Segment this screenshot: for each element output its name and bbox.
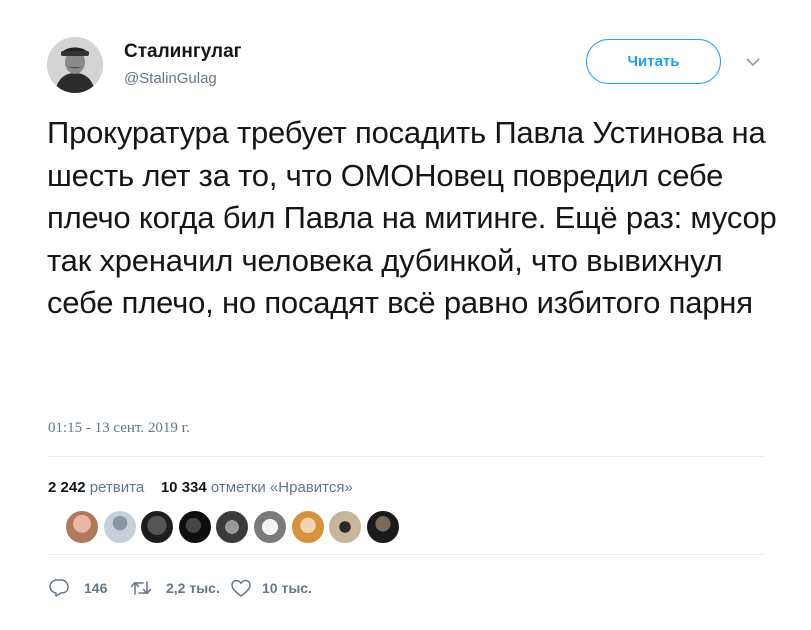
avatar[interactable]	[140, 510, 175, 544]
avatar[interactable]	[252, 510, 287, 544]
retweets-count: 2 242	[48, 479, 86, 496]
likes-stat[interactable]: 10 334 отметки «Нравится»	[161, 479, 353, 496]
like-button[interactable]: 10 тыс.	[230, 578, 312, 598]
retweet-button[interactable]: 2,2 тыс.	[130, 578, 230, 598]
avatar[interactable]	[290, 510, 325, 544]
divider	[47, 456, 765, 457]
tweet-timestamp[interactable]: 01:15 - 13 сент. 2019 г.	[48, 420, 190, 437]
tweet-text: Прокуратура требует посадить Павла Устин…	[47, 115, 777, 320]
avatar[interactable]	[328, 510, 363, 544]
follow-button-label: Читать	[627, 53, 680, 70]
divider	[47, 554, 765, 555]
likes-label: отметки «Нравится»	[210, 479, 353, 496]
avatar[interactable]	[365, 510, 400, 544]
author-name[interactable]: Сталингулаг	[124, 41, 242, 63]
likers-avatars	[65, 510, 403, 544]
follow-button[interactable]: Читать	[586, 39, 721, 84]
chevron-down-icon[interactable]	[742, 54, 764, 70]
retweets-label: ретвита	[89, 479, 145, 496]
retweet-count: 2,2 тыс.	[166, 580, 220, 596]
avatar[interactable]	[65, 510, 99, 544]
reply-icon	[49, 579, 69, 597]
reply-button[interactable]: 146	[48, 578, 130, 598]
tweet-actions: 146 2,2 тыс. 10 тыс.	[48, 577, 312, 599]
retweet-icon	[130, 581, 152, 595]
avatar[interactable]	[215, 510, 250, 544]
tweet-stats: 2 242 ретвита 10 334 отметки «Нравится»	[48, 479, 353, 496]
avatar[interactable]	[102, 510, 137, 544]
author-handle[interactable]: @StalinGulag	[124, 70, 217, 87]
reply-count: 146	[84, 580, 108, 596]
like-icon	[231, 579, 251, 597]
likes-count: 10 334	[160, 479, 207, 496]
like-count: 10 тыс.	[262, 580, 312, 596]
avatar[interactable]	[177, 510, 212, 544]
author-avatar[interactable]	[47, 37, 103, 93]
retweets-stat[interactable]: 2 242 ретвита	[48, 479, 144, 496]
